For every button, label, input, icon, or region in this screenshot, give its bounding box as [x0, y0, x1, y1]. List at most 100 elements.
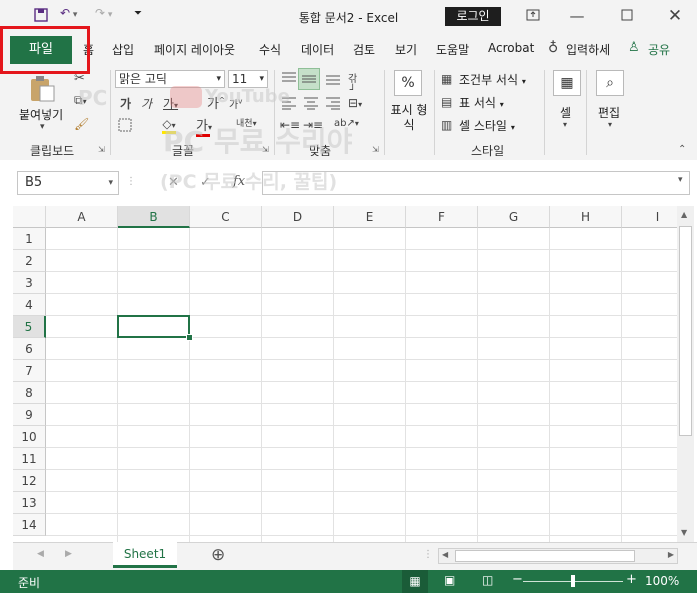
editing-dropdown-icon[interactable]: ▾	[608, 120, 612, 129]
number-format-button[interactable]: 표시 형식	[388, 103, 430, 133]
horizontal-scroll-thumb[interactable]	[455, 550, 635, 562]
tab-help[interactable]: 도움말	[436, 41, 469, 58]
cells-button[interactable]: 셀	[560, 104, 571, 121]
tab-splitter-icon[interactable]: ⋮	[423, 549, 433, 560]
row-header-10[interactable]: 10	[13, 426, 46, 448]
row-header-12[interactable]: 12	[13, 470, 46, 492]
row-header-2[interactable]: 2	[13, 250, 46, 272]
close-icon[interactable]: ✕	[660, 6, 690, 26]
prev-sheet-icon[interactable]: ◀	[37, 549, 44, 559]
column-header-g[interactable]: G	[478, 206, 550, 228]
normal-view-icon[interactable]: ▦	[402, 570, 428, 593]
name-box[interactable]: B5 ▾	[17, 171, 119, 195]
merge-center-icon[interactable]: ⊟▾	[348, 96, 362, 110]
align-middle-icon[interactable]	[298, 68, 320, 90]
row-header-1[interactable]: 1	[13, 228, 46, 250]
window-title: 통합 문서2 - Excel	[298, 11, 399, 25]
number-format-icon[interactable]: %	[394, 70, 422, 96]
row-header-5[interactable]: 5	[13, 316, 46, 338]
add-sheet-icon[interactable]: ⊕	[211, 545, 225, 565]
table-format-button[interactable]: 표 서식 ▾	[459, 94, 504, 111]
row-header-8[interactable]: 8	[13, 382, 46, 404]
paste-button[interactable]: 붙여넣기	[19, 106, 63, 123]
row-header-13[interactable]: 13	[13, 492, 46, 514]
row-header-9[interactable]: 9	[13, 404, 46, 426]
cell-style-icon[interactable]: ▥	[441, 118, 452, 132]
next-sheet-icon[interactable]: ▶	[65, 549, 72, 559]
gridline	[46, 293, 677, 294]
border-icon[interactable]	[118, 118, 134, 135]
horizontal-scrollbar[interactable]: ◀ ▶	[438, 548, 678, 564]
zoom-slider-thumb[interactable]	[571, 575, 575, 587]
zoom-level[interactable]: 100%	[645, 574, 679, 588]
scroll-up-icon[interactable]: ▲	[681, 210, 687, 219]
align-bottom-icon[interactable]	[324, 70, 342, 89]
row-header-11[interactable]: 11	[13, 448, 46, 470]
paste-icon[interactable]	[28, 76, 56, 105]
conditional-format-icon[interactable]: ▦	[441, 72, 452, 86]
ribbon-display-options-icon[interactable]	[518, 6, 548, 26]
find-icon[interactable]: ⌕	[596, 70, 624, 96]
page-layout-view-icon[interactable]: ▣	[444, 573, 455, 587]
row-header-4[interactable]: 4	[13, 294, 46, 316]
format-painter-icon[interactable]: 🖌	[74, 117, 89, 131]
dialog-launcher-icon[interactable]: ⇲	[98, 145, 105, 154]
tab-page-layout[interactable]: 페이지 레이아웃	[154, 41, 235, 58]
gridline	[117, 228, 118, 542]
selected-cell[interactable]	[117, 315, 190, 338]
tab-insert[interactable]: 삽입	[112, 41, 134, 58]
row-header-7[interactable]: 7	[13, 360, 46, 382]
vertical-scrollbar[interactable]: ▲ ▼	[677, 206, 694, 542]
align-center-icon[interactable]	[302, 96, 320, 113]
column-header-f[interactable]: F	[406, 206, 478, 228]
tab-view[interactable]: 보기	[395, 41, 417, 58]
vertical-scroll-thumb[interactable]	[679, 226, 692, 436]
tab-formulas[interactable]: 수식	[259, 41, 281, 58]
conditional-format-label: 조건부 서식	[459, 73, 519, 87]
collapse-ribbon-icon[interactable]: ⌃	[678, 144, 686, 155]
paste-dropdown-icon[interactable]: ▾	[40, 122, 45, 132]
align-right-icon[interactable]	[324, 96, 342, 113]
gridline	[333, 228, 334, 542]
tab-acrobat[interactable]: Acrobat	[488, 41, 534, 55]
tab-data[interactable]: 데이터	[301, 41, 334, 58]
bold-icon[interactable]: 가	[120, 95, 131, 112]
search-tell-me[interactable]: 입력하세	[566, 41, 610, 58]
select-all-corner[interactable]	[13, 206, 46, 228]
italic-icon[interactable]: 가	[141, 95, 152, 112]
column-header-b[interactable]: B	[118, 206, 190, 228]
formula-more-icon[interactable]: ⋮	[126, 176, 136, 187]
share-button[interactable]: 공유	[648, 41, 670, 58]
column-header-e[interactable]: E	[334, 206, 406, 228]
fill-handle[interactable]	[186, 334, 193, 341]
login-button[interactable]: 로그인	[445, 7, 501, 26]
table-format-icon[interactable]: ▤	[441, 95, 452, 109]
cell-style-button[interactable]: 셀 스타일 ▾	[459, 117, 515, 134]
wrap-text-icon[interactable]: 갂 ┘	[348, 70, 357, 96]
sheet-tab-sheet1[interactable]: Sheet1	[113, 542, 177, 568]
zoom-out-icon[interactable]: −	[512, 572, 523, 587]
worksheet-grid[interactable]: A B C D E F G H I 1 2 3 4 5 6 7 8 9 10 11 12 13 14	[13, 206, 677, 542]
scroll-right-icon[interactable]: ▶	[668, 550, 674, 559]
scroll-left-icon[interactable]: ◀	[442, 550, 448, 559]
expand-formula-icon[interactable]: ▾	[678, 175, 683, 185]
alignment-launcher-icon[interactable]: ⇲	[372, 145, 379, 154]
column-header-h[interactable]: H	[550, 206, 622, 228]
column-header-a[interactable]: A	[46, 206, 118, 228]
row-header-6[interactable]: 6	[13, 338, 46, 360]
page-break-view-icon[interactable]: ◫	[482, 573, 493, 587]
conditional-format-button[interactable]: 조건부 서식 ▾	[459, 71, 526, 88]
column-header-i[interactable]: I	[622, 206, 677, 228]
cells-dropdown-icon[interactable]: ▾	[563, 120, 567, 129]
row-header-3[interactable]: 3	[13, 272, 46, 294]
column-header-d[interactable]: D	[262, 206, 334, 228]
scroll-down-icon[interactable]: ▼	[681, 528, 687, 537]
tab-review[interactable]: 검토	[353, 41, 375, 58]
column-header-c[interactable]: C	[190, 206, 262, 228]
row-header-14[interactable]: 14	[13, 514, 46, 536]
cells-icon[interactable]: ▦	[553, 70, 581, 96]
zoom-in-icon[interactable]: +	[626, 572, 637, 587]
maximize-icon[interactable]	[612, 6, 642, 26]
minimize-icon[interactable]: —	[562, 6, 592, 26]
editing-button[interactable]: 편집	[598, 104, 620, 121]
